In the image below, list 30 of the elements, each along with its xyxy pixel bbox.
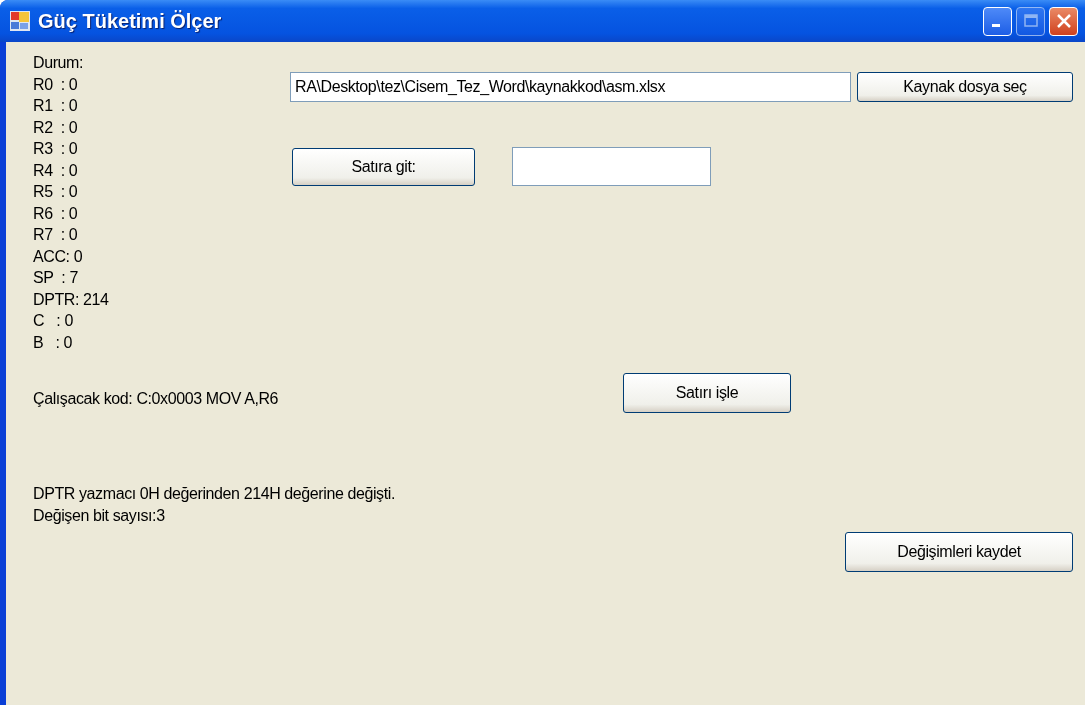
minimize-button[interactable] <box>983 6 1012 36</box>
file-path-field[interactable]: RA\Desktop\tez\Cisem_Tez_Word\kaynakkod\asm.xlsx <box>290 72 851 102</box>
maximize-icon <box>1021 12 1040 30</box>
goto-line-button[interactable]: Satıra git: <box>292 147 475 186</box>
line-number-field[interactable] <box>512 147 711 186</box>
close-button[interactable] <box>1049 6 1078 36</box>
browse-button[interactable]: Kaynak dosya seç <box>857 72 1073 102</box>
status-line: R4 : 0 <box>33 160 79 181</box>
status-line: Durum: <box>33 53 85 73</box>
status-line: SP : 7 <box>33 268 79 288</box>
status-line: R5 : 0 <box>33 182 79 202</box>
app-icon <box>10 11 30 31</box>
save-changes-button[interactable]: Değişimleri kaydet <box>845 532 1073 572</box>
window-title: Güç Tüketimi Ölçer <box>38 9 223 33</box>
status-line: C : 0 <box>33 311 74 331</box>
status-line: B : 0 <box>33 332 73 353</box>
process-line-button[interactable]: Satırı işle <box>623 373 791 413</box>
status-line: DPTR: 214 <box>33 289 110 310</box>
message-line: Değişen bit sayısı:3 <box>33 505 166 526</box>
status-line: ACC: 0 <box>33 246 84 267</box>
message-line: DPTR yazmacı 0H değerinden 214H değerine değişti. <box>33 484 396 504</box>
status-line: R1 : 0 <box>33 96 79 116</box>
minimize-icon <box>992 24 1000 27</box>
status-line: R6 : 0 <box>33 203 79 224</box>
status-line: R3 : 0 <box>33 139 79 159</box>
code-label: Çalışacak kod: C:0x0003 MOV A,R6 <box>33 389 280 408</box>
status-line: R0 : 0 <box>33 74 79 95</box>
close-icon <box>1054 12 1073 30</box>
status-line: R2 : 0 <box>33 117 79 138</box>
status-line: R7 : 0 <box>33 225 79 245</box>
